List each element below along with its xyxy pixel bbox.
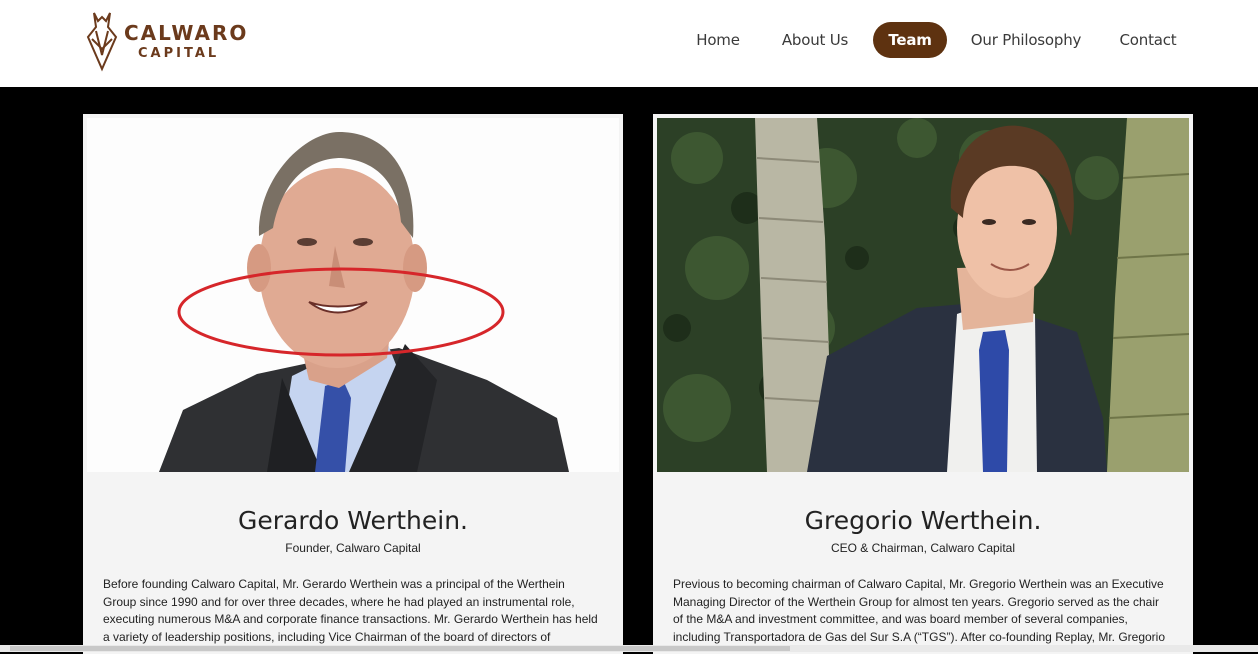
team-card-gregorio: Gregorio Werthein. CEO & Chairman, Calwa… <box>653 114 1193 654</box>
gerardo-portrait <box>87 118 619 472</box>
person-name: Gregorio Werthein. <box>804 506 1042 535</box>
person-role: Founder, Calwaro Capital <box>285 541 421 555</box>
nav-team[interactable]: Team <box>873 22 947 58</box>
nav-about-us[interactable]: About Us <box>779 22 851 58</box>
site-header: CALWARO CAPITAL Home About Us Team Our P… <box>0 0 1258 87</box>
main-nav: Home About Us Team Our Philosophy Contac… <box>0 22 1258 60</box>
nav-home[interactable]: Home <box>688 22 748 58</box>
person-bio: Previous to becoming chairman of Calwaro… <box>673 577 1166 644</box>
nav-contact[interactable]: Contact <box>1116 22 1180 58</box>
scrollbar-thumb[interactable] <box>10 646 790 651</box>
person-bio: Before founding Calwaro Capital, Mr. Ger… <box>103 577 598 644</box>
team-card-gerardo: Gerardo Werthein. Founder, Calwaro Capit… <box>83 114 623 654</box>
gregorio-portrait <box>657 118 1189 472</box>
gregorio-photo <box>657 118 1189 472</box>
person-name: Gerardo Werthein. <box>238 506 468 535</box>
horizontal-scrollbar[interactable] <box>0 645 1258 652</box>
nav-our-philosophy[interactable]: Our Philosophy <box>970 22 1082 58</box>
gerardo-photo <box>87 118 619 472</box>
person-role: CEO & Chairman, Calwaro Capital <box>830 541 1016 555</box>
